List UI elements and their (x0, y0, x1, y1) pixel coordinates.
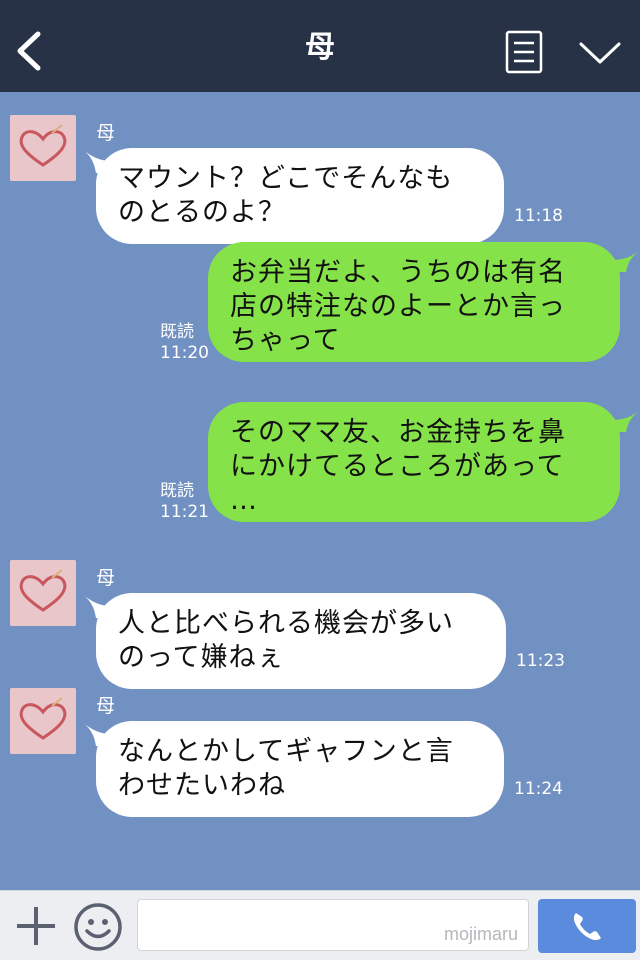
chat-screen: 母 母 マウント？どこでそんなも のとるのよ？ 11:18 お弁当だよ、うちのは… (0, 0, 640, 960)
heart-avatar-icon (10, 115, 76, 181)
message-bubble[interactable]: なんとかしてギャフンと言 わせたいわね (96, 721, 504, 817)
avatar[interactable] (10, 560, 76, 626)
message-time: 11:20 (160, 343, 209, 363)
message-time: 11:23 (516, 651, 565, 671)
watermark: mojimaru (443, 924, 518, 944)
chevron-down-icon (579, 42, 621, 64)
message-time: 11:18 (514, 206, 563, 226)
read-receipt: 既読 (160, 322, 194, 342)
read-receipt: 既読 (160, 481, 194, 501)
plus-icon (17, 907, 55, 945)
emoji-button[interactable] (73, 902, 123, 952)
avatar[interactable] (10, 115, 76, 181)
sender-name: 母 (96, 567, 116, 589)
input-bar: mojimaru (0, 890, 640, 960)
message-list[interactable]: 母 マウント？どこでそんなも のとるのよ？ 11:18 お弁当だよ、うちのは有名… (0, 92, 640, 890)
notes-button[interactable] (505, 30, 543, 74)
note-list-icon (505, 30, 543, 74)
message-bubble[interactable]: マウント？どこでそんなも のとるのよ？ (96, 148, 504, 244)
menu-toggle-button[interactable] (577, 36, 623, 68)
smiley-icon (74, 903, 122, 951)
heart-avatar-icon (10, 560, 76, 626)
chat-title: 母 (305, 30, 335, 65)
phone-icon (573, 913, 601, 941)
message-input[interactable]: mojimaru (137, 899, 529, 951)
sender-name: 母 (96, 122, 116, 144)
message-time: 11:24 (514, 779, 563, 799)
plus-button[interactable] (14, 904, 58, 948)
call-button[interactable] (538, 899, 636, 953)
chat-header: 母 (0, 0, 640, 92)
message-bubble[interactable]: お弁当だよ、うちのは有名 店の特注なのよーとか言っ ちゃって (208, 242, 620, 362)
message-bubble[interactable]: そのママ友、お金持ちを鼻 にかけてるところがあって … (208, 402, 620, 522)
heart-avatar-icon (10, 688, 76, 754)
avatar[interactable] (10, 688, 76, 754)
message-bubble[interactable]: 人と比べられる機会が多い のって嫌ねぇ (96, 593, 506, 689)
sender-name: 母 (96, 695, 116, 717)
message-time: 11:21 (160, 502, 209, 522)
